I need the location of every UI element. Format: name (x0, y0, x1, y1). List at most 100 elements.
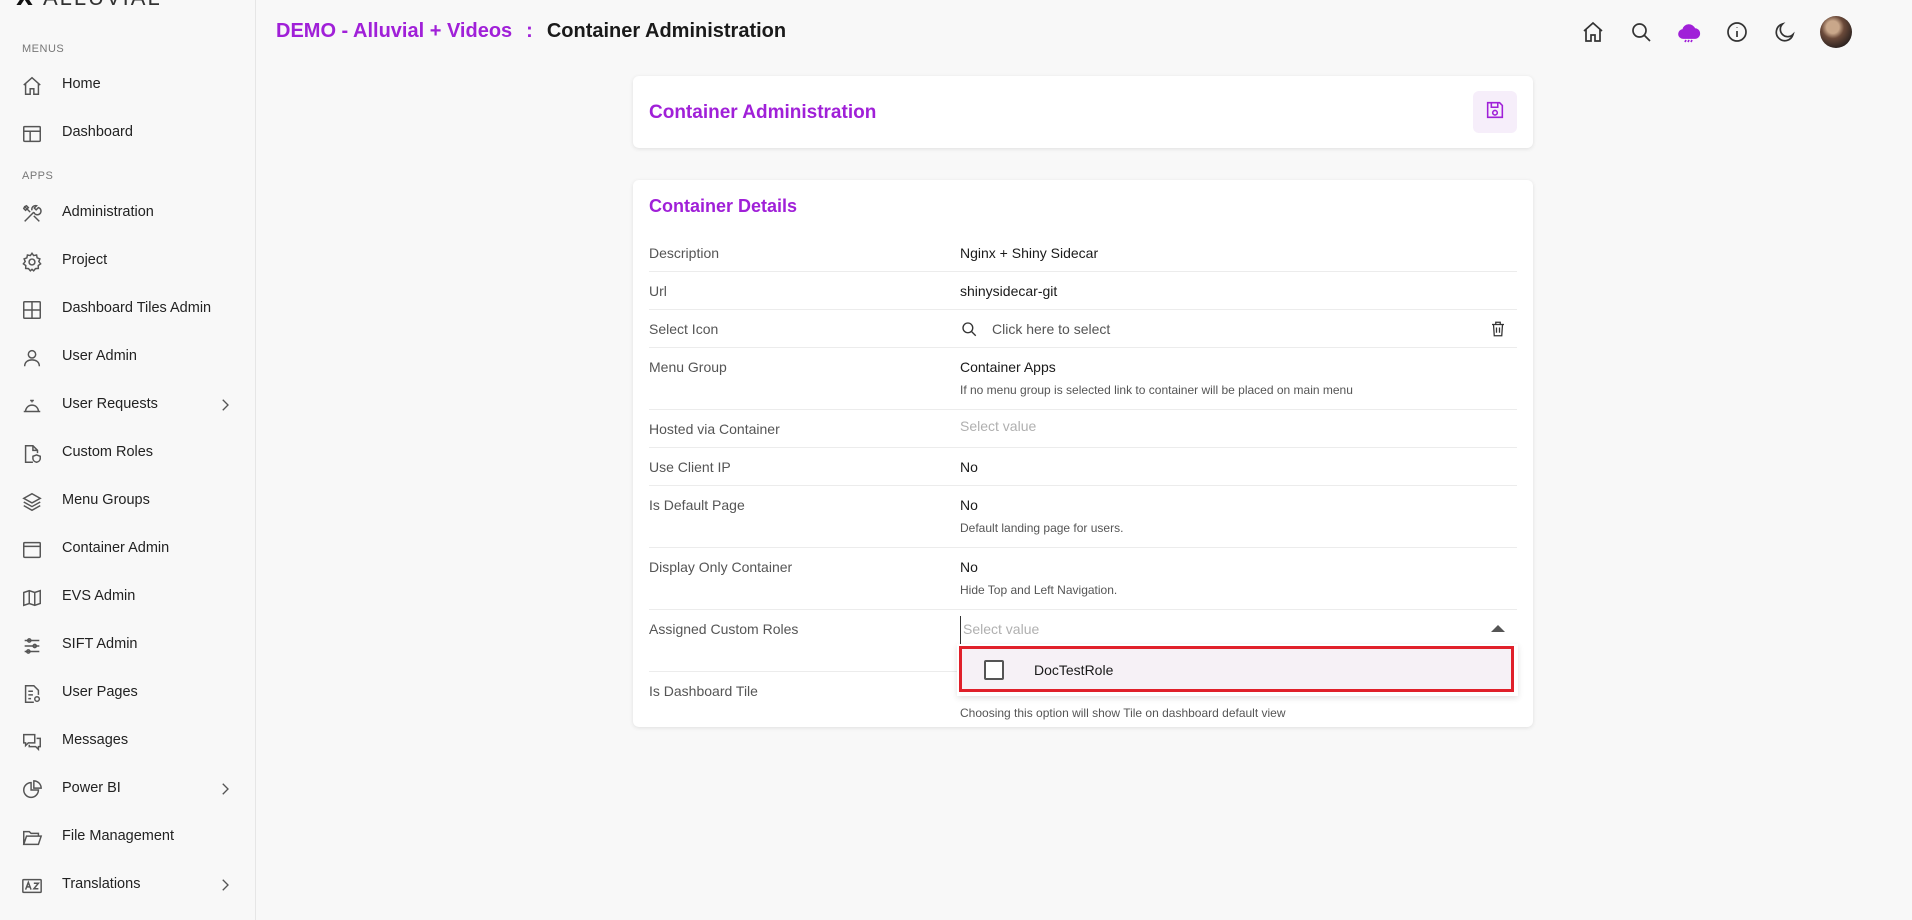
search-icon[interactable] (1626, 17, 1656, 47)
sidebar-item-label: Project (62, 252, 108, 268)
chevron-right-icon (216, 780, 234, 798)
pie-chart-icon (20, 778, 44, 802)
sidebar-item-label: Home (62, 76, 101, 92)
display-only-value[interactable]: No (960, 559, 978, 575)
map-icon (20, 586, 44, 610)
logo[interactable]: X ALLUVIAL (16, 0, 162, 11)
grid-icon (20, 298, 44, 322)
dropdown-option[interactable]: DocTestRole (959, 646, 1514, 692)
option-checkbox[interactable] (984, 660, 1004, 680)
sidebar-item-dashboard-tiles-admin[interactable]: Dashboard Tiles Admin (0, 288, 255, 328)
sidebar-item-label: Container Admin (62, 540, 170, 556)
sidebar-item-label: User Admin (62, 348, 137, 364)
sidebar-item-translations[interactable]: Translations (0, 864, 255, 904)
page-header: DEMO - Alluvial + Videos : Container Adm… (276, 20, 786, 43)
field-label: Use Client IP (649, 459, 731, 475)
sidebar-item-sift-admin[interactable]: SIFT Admin (0, 624, 255, 664)
avatar[interactable] (1820, 16, 1852, 48)
chevron-right-icon (216, 876, 234, 894)
row-description: Description Nginx + Shiny Sidecar (649, 234, 1517, 272)
field-label: Select Icon (649, 321, 719, 337)
sidebar-item-user-requests[interactable]: User Requests (0, 384, 255, 424)
sidebar-item-label: User Pages (62, 684, 138, 700)
info-icon[interactable] (1722, 17, 1752, 47)
roles-dropdown: DocTestRole (957, 644, 1518, 696)
sidebar: X ALLUVIAL MENUS Home Dashboard APPS Adm… (0, 0, 256, 920)
gear-icon (20, 250, 44, 274)
sidebar-item-label: Messages (62, 732, 129, 748)
sidebar-item-messages[interactable]: Messages (0, 720, 255, 760)
file-list-icon (20, 682, 44, 706)
is-default-page-value[interactable]: No (960, 497, 978, 513)
row-display-only: Display Only Container No Hide Top and L… (649, 548, 1517, 610)
sidebar-item-label: File Management (62, 828, 175, 844)
sidebar-item-label: Custom Roles (62, 444, 154, 460)
sidebar-item-home[interactable]: Home (0, 64, 255, 104)
assigned-roles-input[interactable]: Select value (960, 616, 1517, 646)
field-hint: If no menu group is selected link to con… (960, 383, 1353, 397)
sidebar-item-user-admin[interactable]: User Admin (0, 336, 255, 376)
card-title: Container Administration (649, 102, 877, 123)
save-button[interactable] (1473, 91, 1517, 133)
logo-text: ALLUVIAL (43, 0, 162, 11)
sidebar-item-label: Menu Groups (62, 492, 150, 508)
home-icon[interactable] (1578, 17, 1608, 47)
sidebar-item-label: Dashboard (62, 124, 133, 140)
field-label: Hosted via Container (649, 421, 780, 437)
option-label: DocTestRole (1034, 662, 1114, 678)
sidebar-item-label: EVS Admin (62, 588, 136, 604)
save-icon (1484, 99, 1506, 126)
section-label-apps: APPS (22, 170, 54, 182)
folder-open-icon (20, 826, 44, 850)
field-label: Display Only Container (649, 559, 793, 575)
sidebar-item-evs-admin[interactable]: EVS Admin (0, 576, 255, 616)
tools-icon (20, 202, 44, 226)
layers-icon (20, 490, 44, 514)
sidebar-item-custom-roles[interactable]: Custom Roles (0, 432, 255, 472)
row-is-default-page: Is Default Page No Default landing page … (649, 486, 1517, 548)
caret-up-icon[interactable] (1491, 625, 1505, 632)
url-value[interactable]: shinysidecar-git (960, 283, 1057, 299)
field-label: Description (649, 245, 720, 261)
sliders-icon (20, 634, 44, 658)
use-client-ip-value[interactable]: No (960, 459, 978, 475)
sidebar-item-menu-groups[interactable]: Menu Groups (0, 480, 255, 520)
description-value[interactable]: Nginx + Shiny Sidecar (960, 245, 1098, 261)
cloud-alert-icon[interactable] (1674, 17, 1704, 47)
hosted-via-select[interactable]: Select value (960, 418, 1036, 434)
sidebar-item-label: Administration (62, 204, 154, 220)
field-label: Is Default Page (649, 497, 745, 513)
page-title: Container Administration (546, 20, 787, 42)
sidebar-item-administration[interactable]: Administration (0, 192, 255, 232)
field-label: Menu Group (649, 359, 727, 375)
file-shield-icon (20, 442, 44, 466)
icon-picker[interactable]: Click here to select (992, 321, 1110, 337)
sidebar-item-user-pages[interactable]: User Pages (0, 672, 255, 712)
sidebar-item-label: Translations (62, 876, 141, 892)
field-label: Assigned Custom Roles (649, 621, 799, 637)
field-label: Url (649, 283, 667, 299)
app-name[interactable]: DEMO - Alluvial + Videos (276, 20, 512, 43)
row-select-icon: Select Icon Click here to select (649, 310, 1517, 348)
trash-icon[interactable] (1489, 320, 1509, 340)
row-hosted-via: Hosted via Container Select value (649, 410, 1517, 448)
sidebar-item-container-admin[interactable]: Container Admin (0, 528, 255, 568)
sidebar-item-power-bi[interactable]: Power BI (0, 768, 255, 808)
moon-icon[interactable] (1770, 17, 1800, 47)
translate-icon (20, 874, 44, 898)
header-separator: : (526, 20, 533, 42)
chat-icon (20, 730, 44, 754)
sidebar-item-project[interactable]: Project (0, 240, 255, 280)
sidebar-item-dashboard[interactable]: Dashboard (0, 112, 255, 152)
sidebar-item-file-management[interactable]: File Management (0, 816, 255, 856)
menu-group-select[interactable]: Container Apps (960, 359, 1056, 375)
chevron-right-icon (216, 396, 234, 414)
field-hint: Choosing this option will show Tile on d… (960, 706, 1286, 720)
sidebar-item-label: SIFT Admin (62, 636, 138, 652)
user-icon (20, 346, 44, 370)
bell-service-icon (20, 394, 44, 418)
section-label-menus: MENUS (22, 43, 65, 55)
home-icon (20, 74, 44, 98)
sidebar-item-label: User Requests (62, 396, 158, 412)
field-hint: Default landing page for users. (960, 521, 1124, 535)
